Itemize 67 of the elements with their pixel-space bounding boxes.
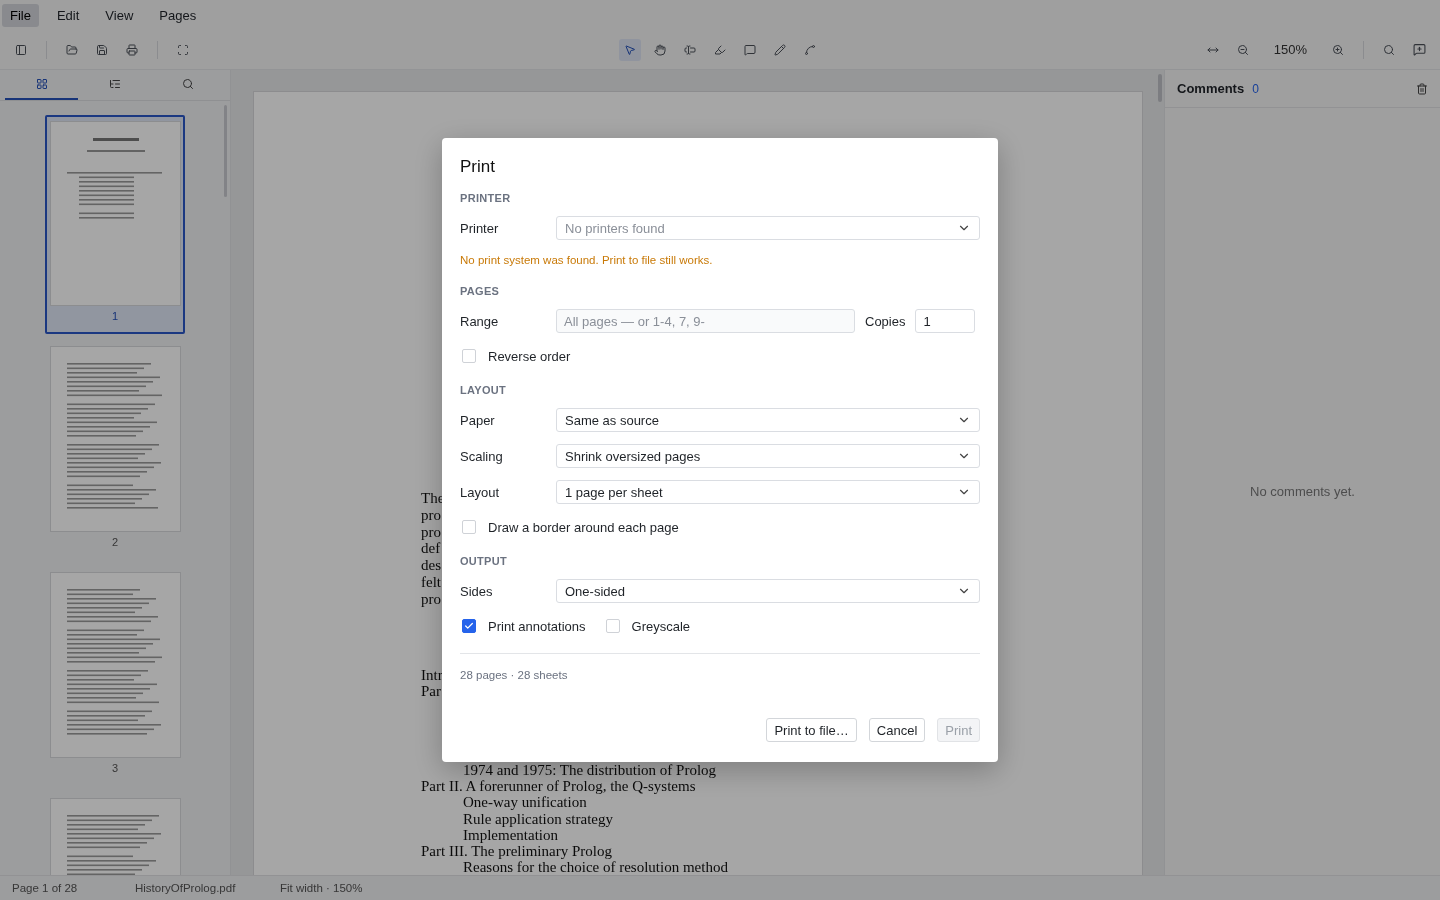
dropdown[interactable]: Same as source [556,408,980,432]
zoom-status: Fit width · 150% [280,882,364,894]
dropdown[interactable]: One-sided [556,579,980,603]
thumbnail-frame[interactable]: 2 [45,340,185,560]
grid-icon [35,78,48,90]
menu-item[interactable]: File [2,3,39,27]
checkbox-box[interactable] [462,619,476,633]
zoom-level: 150% [1272,42,1308,57]
checkbox[interactable]: Print annotations [460,618,586,634]
thumbnail-frame[interactable]: 3 [45,566,185,786]
file-name: HistoryOfProlog.pdf [135,882,237,894]
page-number: 2 [111,536,119,548]
empty-message: No comments yet. [1250,484,1355,499]
comment-count: 0 [1252,81,1260,96]
page-thumbnail[interactable] [49,121,181,306]
checkbox[interactable]: Draw a border around each page [460,519,679,535]
dialog-button[interactable]: Cancel [868,718,926,742]
panel-title: Comments [1177,81,1245,96]
menu-item[interactable]: View [97,3,142,27]
section-heading: PAGES [460,284,501,299]
range-field[interactable]: All pages — or 1-4, 7, 9- [556,309,855,333]
contents-entry: Part III. The preliminary Prolog [421,842,612,859]
search-icon [182,78,195,90]
contents-entry: Rule application strategy [463,810,613,827]
document-text: Par [421,683,441,700]
page-thumbnail[interactable] [49,572,181,758]
section-heading: PRINTER [460,191,512,206]
contents-entry: 1974 and 1975: The distribution of Prolog [463,761,717,778]
page-thumbnail[interactable] [49,346,181,532]
document-text: Intr [421,666,443,683]
checkbox[interactable]: Greyscale [603,618,691,634]
section-heading: LAYOUT [460,383,507,398]
list-icon [109,78,121,90]
thumbnail-frame[interactable]: 1 [45,115,185,334]
document-text: felt [421,574,441,590]
field-label: Sides [460,583,494,599]
field-label: Paper [460,412,496,428]
document-text: pro [421,523,441,540]
field-label: Scaling [460,448,504,464]
document-text: def [421,540,441,557]
trash-icon[interactable] [1416,82,1428,95]
dropdown[interactable]: 1 page per sheet [556,480,980,504]
page-indicator: Page 1 of 28 [12,882,79,894]
section-heading: OUTPUT [460,554,509,569]
field-label: Layout [460,484,501,500]
page-number: 1 [111,310,119,322]
document-text: pro [421,590,441,607]
warning-message: No print system was found. Print to file still works. [460,253,714,268]
contents-entry: Implementation [463,826,558,843]
dropdown[interactable]: Shrink oversized pages [556,444,980,468]
field-label: Copies [865,313,906,329]
document-text: des [421,557,441,574]
dialog-button[interactable]: Print to file… [766,718,857,742]
field-label: Printer [460,220,500,236]
copies-field[interactable]: 1 [915,309,976,333]
field-label: Range [460,313,500,329]
contents-entry: Part II. A forerunner of Prolog, the Q-systems [421,778,696,795]
menu-item[interactable]: Pages [151,3,205,27]
document-text: pro [421,506,441,523]
contents-entry: Reasons for the choice of resolution method [463,859,728,875]
pointer-icon[interactable] [619,38,641,61]
checkbox[interactable]: Reverse order [460,348,571,364]
dialog-title: Print [460,156,496,178]
menu-item[interactable]: Edit [48,3,88,27]
page-number: 3 [111,762,119,774]
page-summary: 28 pages · 28 sheets [460,669,569,681]
contents-entry: One-way unification [463,794,587,811]
